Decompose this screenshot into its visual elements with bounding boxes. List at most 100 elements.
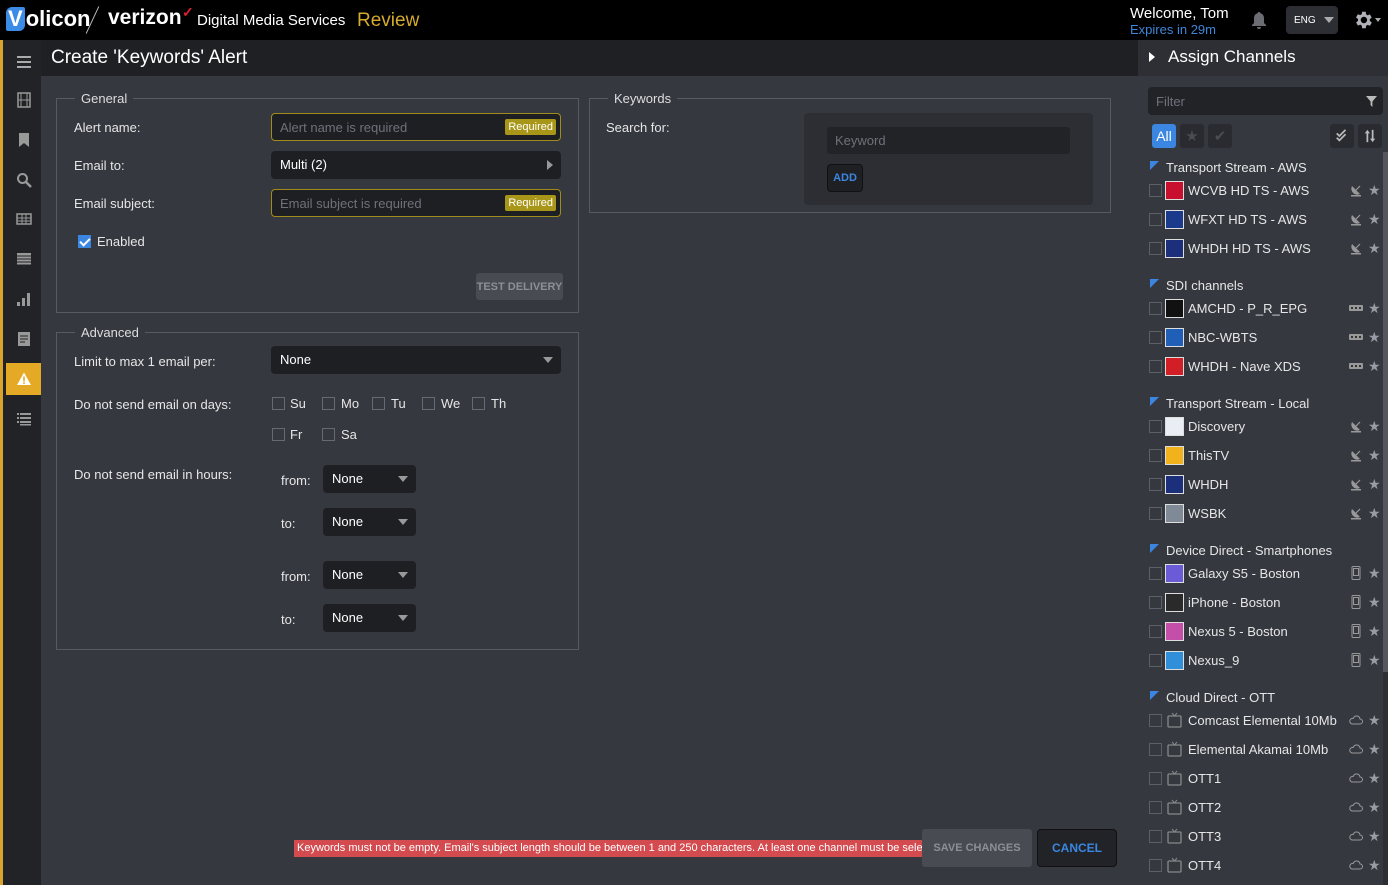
- channel-checkbox[interactable]: [1149, 302, 1162, 315]
- channel-item[interactable]: OTT4 ★: [1149, 855, 1381, 877]
- alert-name-input[interactable]: Alert name is required Required: [271, 113, 561, 141]
- filter-icon[interactable]: [1366, 96, 1377, 107]
- group-collapse-icon[interactable]: [1150, 279, 1159, 288]
- film-icon[interactable]: [6, 84, 41, 116]
- enabled-checkbox[interactable]: [78, 235, 91, 248]
- favorite-star-icon[interactable]: ★: [1368, 476, 1381, 493]
- channel-checkbox[interactable]: [1149, 567, 1162, 580]
- channel-checkbox[interactable]: [1149, 772, 1162, 785]
- channel-item[interactable]: OTT3 ★: [1149, 826, 1381, 848]
- chart-icon[interactable]: [6, 283, 41, 315]
- favorite-star-icon[interactable]: ★: [1368, 623, 1381, 640]
- channel-checkbox[interactable]: [1149, 507, 1162, 520]
- favorite-star-icon[interactable]: ★: [1368, 418, 1381, 435]
- favorite-star-icon[interactable]: ★: [1368, 211, 1381, 228]
- favorite-star-icon[interactable]: ★: [1368, 828, 1381, 845]
- gear-chevron-icon[interactable]: [1375, 18, 1381, 22]
- day-checkbox-mo[interactable]: [322, 397, 335, 410]
- channel-item[interactable]: NBC-WBTS ★: [1149, 327, 1381, 349]
- channel-checkbox[interactable]: [1149, 830, 1162, 843]
- add-keyword-button[interactable]: ADD: [827, 164, 863, 192]
- favorite-star-icon[interactable]: ★: [1368, 240, 1381, 257]
- channel-checkbox[interactable]: [1149, 331, 1162, 344]
- sort-button[interactable]: [1358, 124, 1382, 148]
- day-checkbox-sa[interactable]: [322, 428, 335, 441]
- filter-all-button[interactable]: All: [1152, 124, 1176, 148]
- alert-icon[interactable]: [6, 363, 41, 395]
- save-changes-button[interactable]: SAVE CHANGES: [922, 829, 1032, 867]
- channel-item[interactable]: WHDH ★: [1149, 474, 1381, 496]
- favorite-star-icon[interactable]: ★: [1368, 505, 1381, 522]
- channel-item[interactable]: AMCHD - P_R_EPG ★: [1149, 298, 1381, 320]
- email-to-select[interactable]: Multi (2): [271, 151, 561, 179]
- channel-item[interactable]: WHDH HD TS - AWS ★: [1149, 238, 1381, 260]
- channel-item[interactable]: WHDH - Nave XDS ★: [1149, 356, 1381, 378]
- search-icon[interactable]: [6, 164, 41, 196]
- favorite-star-icon[interactable]: ★: [1368, 770, 1381, 787]
- channel-item[interactable]: Discovery ★: [1149, 416, 1381, 438]
- favorite-star-icon[interactable]: ★: [1368, 447, 1381, 464]
- channel-checkbox[interactable]: [1149, 449, 1162, 462]
- filter-selected-button[interactable]: ✔: [1208, 124, 1232, 148]
- channel-checkbox[interactable]: [1149, 859, 1162, 872]
- favorite-star-icon[interactable]: ★: [1368, 799, 1381, 816]
- favorite-star-icon[interactable]: ★: [1368, 565, 1381, 582]
- channel-checkbox[interactable]: [1149, 213, 1162, 226]
- list-icon[interactable]: [6, 403, 41, 435]
- favorite-star-icon[interactable]: ★: [1368, 857, 1381, 874]
- filter-favorites-button[interactable]: ★: [1180, 124, 1204, 148]
- keyword-input[interactable]: Keyword: [827, 127, 1070, 154]
- channel-item[interactable]: Elemental Akamai 10Mb ★: [1149, 739, 1381, 761]
- favorite-star-icon[interactable]: ★: [1368, 358, 1381, 375]
- day-checkbox-fr[interactable]: [272, 428, 285, 441]
- channel-item[interactable]: OTT2 ★: [1149, 797, 1381, 819]
- welcome-text[interactable]: Welcome, Tom: [1130, 5, 1229, 22]
- hours-to-select-1[interactable]: None: [323, 508, 416, 536]
- hours-from-select-1[interactable]: None: [323, 465, 416, 493]
- test-delivery-button[interactable]: TEST DELIVERY: [476, 273, 563, 300]
- favorite-star-icon[interactable]: ★: [1368, 329, 1381, 346]
- menu-icon[interactable]: [6, 46, 41, 78]
- group-collapse-icon[interactable]: [1150, 397, 1159, 406]
- channel-item[interactable]: Comcast Elemental 10Mb ★: [1149, 710, 1381, 732]
- day-checkbox-su[interactable]: [272, 397, 285, 410]
- favorite-star-icon[interactable]: ★: [1368, 652, 1381, 669]
- channel-item[interactable]: iPhone - Boston ★: [1149, 592, 1381, 614]
- favorite-star-icon[interactable]: ★: [1368, 300, 1381, 317]
- channel-checkbox[interactable]: [1149, 420, 1162, 433]
- channel-checkbox[interactable]: [1149, 242, 1162, 255]
- group-collapse-icon[interactable]: [1150, 691, 1159, 700]
- hours-to-select-2[interactable]: None: [323, 604, 416, 632]
- table-icon[interactable]: [6, 243, 41, 275]
- group-collapse-icon[interactable]: [1150, 161, 1159, 170]
- day-checkbox-th[interactable]: [472, 397, 485, 410]
- group-collapse-icon[interactable]: [1150, 544, 1159, 553]
- channel-item[interactable]: OTT1 ★: [1149, 768, 1381, 790]
- channel-checkbox[interactable]: [1149, 654, 1162, 667]
- channel-item[interactable]: WFXT HD TS - AWS ★: [1149, 209, 1381, 231]
- channel-checkbox[interactable]: [1149, 714, 1162, 727]
- channel-checkbox[interactable]: [1149, 596, 1162, 609]
- channel-checkbox[interactable]: [1149, 801, 1162, 814]
- channel-item[interactable]: WCVB HD TS - AWS ★: [1149, 180, 1381, 202]
- favorite-star-icon[interactable]: ★: [1368, 712, 1381, 729]
- channel-checkbox[interactable]: [1149, 478, 1162, 491]
- select-all-button[interactable]: [1330, 124, 1354, 148]
- bookmark-icon[interactable]: [6, 124, 41, 156]
- cancel-button[interactable]: CANCEL: [1037, 829, 1117, 867]
- channel-filter-input[interactable]: Filter: [1148, 87, 1383, 115]
- channel-item[interactable]: Nexus 5 - Boston ★: [1149, 621, 1381, 643]
- hours-from-select-2[interactable]: None: [323, 561, 416, 589]
- expand-arrow-icon[interactable]: [1149, 52, 1155, 62]
- channel-item[interactable]: ThisTV ★: [1149, 445, 1381, 467]
- day-checkbox-tu[interactable]: [372, 397, 385, 410]
- channel-item[interactable]: WSBK ★: [1149, 503, 1381, 525]
- favorite-star-icon[interactable]: ★: [1368, 182, 1381, 199]
- day-checkbox-we[interactable]: [422, 397, 435, 410]
- bell-icon[interactable]: [1249, 10, 1269, 30]
- grid-icon[interactable]: [6, 203, 41, 235]
- channel-checkbox[interactable]: [1149, 360, 1162, 373]
- channels-scrollbar-thumb[interactable]: [1383, 152, 1388, 672]
- channel-checkbox[interactable]: [1149, 743, 1162, 756]
- email-subject-input[interactable]: Email subject is required Required: [271, 189, 561, 217]
